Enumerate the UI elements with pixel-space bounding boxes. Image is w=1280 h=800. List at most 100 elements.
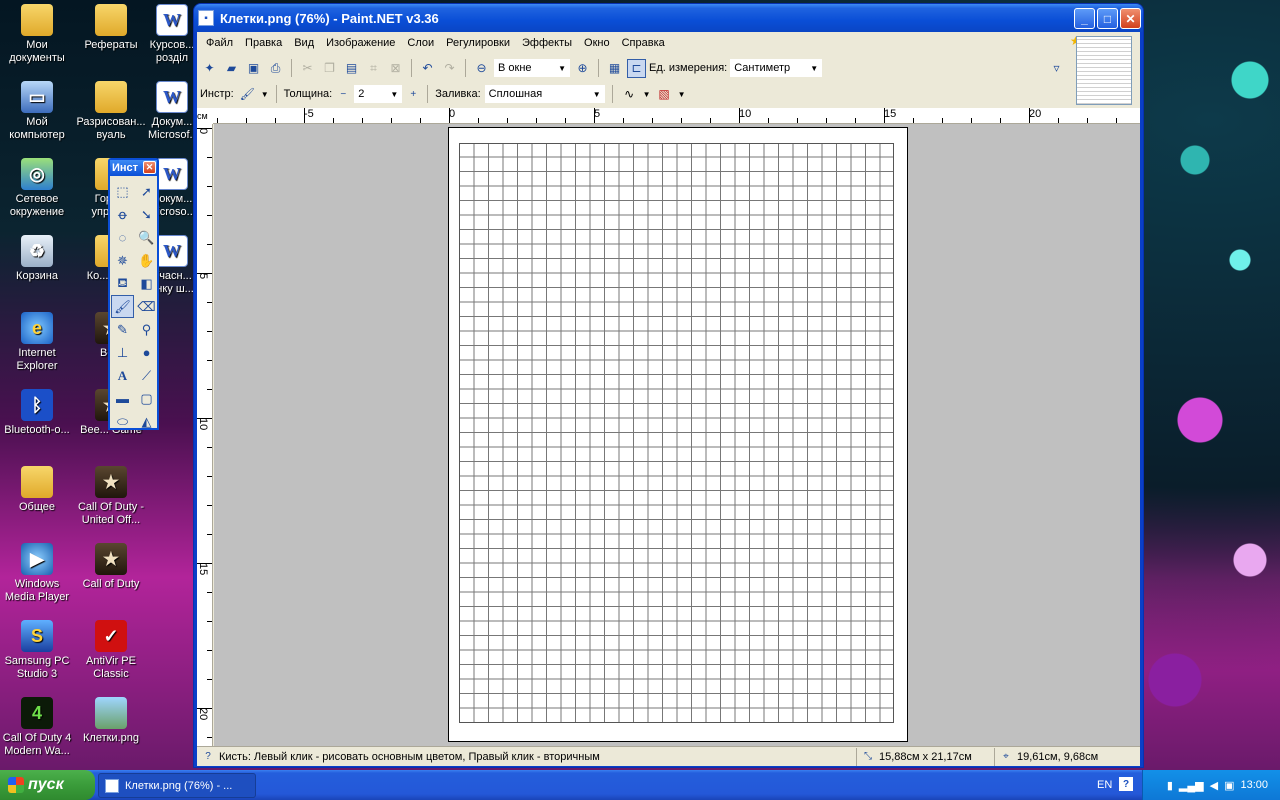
chevron-down-icon[interactable]: ▼ xyxy=(643,90,651,99)
paste-icon[interactable]: ▤ xyxy=(342,59,361,78)
rectangle-select-icon[interactable]: ⬚ xyxy=(111,180,134,203)
recolor-icon[interactable]: ● xyxy=(135,341,158,364)
desktop-icon-bluetooth[interactable]: ᛒ Bluetooth-о... xyxy=(0,389,74,437)
menu-edit[interactable]: Правка xyxy=(242,33,291,53)
antialiasing-icon[interactable]: ∿ xyxy=(620,85,639,104)
paintbrush-icon[interactable]: 🖌 xyxy=(111,295,134,318)
battery-icon[interactable]: ▮ xyxy=(1167,779,1173,792)
menu-file[interactable]: Файл xyxy=(203,33,242,53)
vertical-ruler: 0 5 10 15 20 xyxy=(197,124,213,751)
menu-view[interactable]: Вид xyxy=(291,33,323,53)
new-file-icon[interactable]: ✦ xyxy=(200,59,219,78)
menu-adjustments[interactable]: Регулировки xyxy=(443,33,519,53)
gradient-icon[interactable]: ◧ xyxy=(135,272,158,295)
pan-hand-icon[interactable]: ✋ xyxy=(135,249,158,272)
zoom-out-icon[interactable]: ⊖ xyxy=(472,59,491,78)
maximize-button[interactable]: □ xyxy=(1097,8,1118,29)
desktop-icon-veil[interactable]: Разрисован... вуаль xyxy=(74,81,148,142)
color-picker-icon[interactable]: ⚲ xyxy=(135,318,158,341)
magic-wand-icon[interactable]: ✵ xyxy=(111,249,134,272)
desktop-icon-network[interactable]: ◎ Сетевое окружение xyxy=(0,158,74,219)
chevron-down-icon: ▼ xyxy=(390,89,399,99)
desktop-icon-referaty[interactable]: Рефераты xyxy=(74,4,148,52)
taskbar-item-paint-net[interactable]: Клетки.png (76%) - ... xyxy=(98,773,256,798)
rectangle-icon[interactable]: ▬ xyxy=(111,387,134,410)
desktop-icon-wmp[interactable]: ▶ Windows Media Player xyxy=(0,543,74,604)
paint-bucket-icon[interactable]: ⛾ xyxy=(111,272,134,295)
zoom-in-icon[interactable]: ⊕ xyxy=(573,59,592,78)
paint-net-icon: ▪ xyxy=(198,10,214,26)
menu-window[interactable]: Окно xyxy=(581,33,619,53)
save-icon[interactable]: ▣ xyxy=(244,59,263,78)
menu-image[interactable]: Изображение xyxy=(323,33,404,53)
print-icon[interactable]: ⎙ xyxy=(266,59,285,78)
blend-mode-icon[interactable]: ▧ xyxy=(655,85,674,104)
undo-icon[interactable]: ↶ xyxy=(418,59,437,78)
desktop-icon-cod-uo[interactable]: ★ Call Of Duty - United Off... xyxy=(74,466,148,527)
pencil-icon[interactable]: ✎ xyxy=(111,318,134,341)
move-selection-icon[interactable]: ➚ xyxy=(135,180,158,203)
desktop-icon-kursov[interactable]: W Курсов... розділ xyxy=(148,4,196,65)
clock[interactable]: 13:00 xyxy=(1240,779,1268,791)
tools-palette-title[interactable]: Инст ✕ xyxy=(110,160,157,176)
paintbrush-icon[interactable]: 🖌 xyxy=(238,85,257,104)
help-tray-icon[interactable]: ? xyxy=(1119,777,1133,791)
desktop-icon-shared[interactable]: Общее xyxy=(0,466,74,514)
open-folder-icon[interactable]: ▰ xyxy=(222,59,241,78)
units-combo[interactable]: Сантиметр ▼ xyxy=(730,59,823,77)
close-icon[interactable]: ✕ xyxy=(143,161,156,174)
width-increase-button[interactable]: + xyxy=(406,85,420,104)
brush-width-combo[interactable]: 2 ▼ xyxy=(354,85,403,103)
desktop-icon-kletki[interactable]: Клетки.png xyxy=(74,697,148,745)
eraser-icon[interactable]: ⌫ xyxy=(135,295,158,318)
desktop-icon-samsung[interactable]: S Samsung PC Studio 3 xyxy=(0,620,74,681)
freeform-shape-icon[interactable]: ◭ xyxy=(135,410,158,433)
network-tray-icon[interactable]: ▣ xyxy=(1224,779,1234,792)
desktop-icon-cod[interactable]: ★ Call of Duty xyxy=(74,543,148,591)
text-icon[interactable]: A xyxy=(111,364,134,387)
desktop-icon-my-documents[interactable]: Мои документы xyxy=(0,4,74,65)
crop-icon[interactable]: ⌗ xyxy=(364,59,383,78)
desktop-icon-ie[interactable]: e Internet Explorer xyxy=(0,312,74,373)
zoom-combo[interactable]: В окне ▼ xyxy=(494,59,570,77)
desktop-icon-cod4[interactable]: 4 Call Of Duty 4 Modern Wa... xyxy=(0,697,74,758)
volume-icon[interactable]: ◀ xyxy=(1210,779,1218,792)
desktop-icon-doc1[interactable]: W Докум... Microsof... xyxy=(148,81,196,142)
language-indicator[interactable]: EN xyxy=(1097,779,1112,791)
start-button[interactable]: пуск xyxy=(0,770,95,800)
grid-icon[interactable]: ▦ xyxy=(605,59,624,78)
ellipse-icon[interactable]: ⬭ xyxy=(111,410,134,433)
ellipse-select-icon[interactable]: ◌ xyxy=(111,226,134,249)
canvas-workspace[interactable] xyxy=(214,124,1140,751)
menu-effects[interactable]: Эффекты xyxy=(519,33,581,53)
deselect-icon[interactable]: ⊠ xyxy=(386,59,405,78)
chevron-down-icon[interactable]: ▼ xyxy=(261,90,269,99)
ruler-tick xyxy=(797,118,798,123)
chevron-down-icon[interactable]: ▼ xyxy=(678,90,686,99)
cut-icon[interactable]: ✂ xyxy=(298,59,317,78)
copy-icon[interactable]: ❐ xyxy=(320,59,339,78)
width-decrease-button[interactable]: − xyxy=(336,85,350,104)
menu-layers[interactable]: Слои xyxy=(404,33,443,53)
redo-icon[interactable]: ↷ xyxy=(440,59,459,78)
title-bar[interactable]: ▪ Клетки.png (76%) - Paint.NET v3.36 _ □… xyxy=(194,4,1143,32)
close-button[interactable]: ✕ xyxy=(1120,8,1141,29)
toolbar-overflow-icon[interactable]: ▿ xyxy=(1047,59,1066,78)
zoom-icon[interactable]: 🔍 xyxy=(135,226,158,249)
clone-stamp-icon[interactable]: ⊥ xyxy=(111,341,134,364)
rounded-rectangle-icon[interactable]: ▢ xyxy=(135,387,158,410)
desktop-icon-label: Call Of Duty - United Off... xyxy=(77,501,144,526)
fill-combo[interactable]: Сплошная ▼ xyxy=(484,85,605,103)
menu-help[interactable]: Справка xyxy=(619,33,674,53)
lasso-select-icon[interactable]: ꝋ xyxy=(111,203,134,226)
desktop-icon-my-computer[interactable]: ▭ Мой компьютер xyxy=(0,81,74,142)
move-selected-icon[interactable]: ➘ xyxy=(135,203,158,226)
minimize-button[interactable]: _ xyxy=(1074,8,1095,29)
line-curve-icon[interactable]: ⟋ xyxy=(135,364,158,387)
desktop-icon-antivir[interactable]: ✓ AntiVir PE Classic xyxy=(74,620,148,681)
layer-thumbnail[interactable] xyxy=(1076,36,1132,105)
desktop-icon-recycle-bin[interactable]: ♻ Корзина xyxy=(0,235,74,283)
ruler-icon[interactable]: ⊏ xyxy=(627,58,646,78)
signal-icon[interactable]: ▂▄▆ xyxy=(1179,779,1204,792)
image-canvas[interactable] xyxy=(448,127,908,742)
